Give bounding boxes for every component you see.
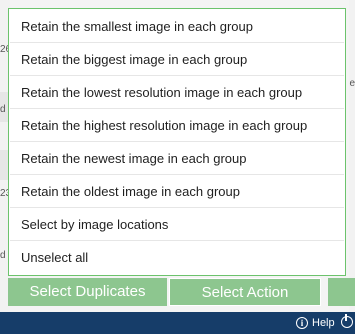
select-action-button[interactable]: Select Action bbox=[169, 278, 321, 306]
menu-item-select-by-locations[interactable]: Select by image locations bbox=[10, 209, 344, 241]
background-text-fragment: e bbox=[349, 78, 355, 89]
help-link[interactable]: i Help bbox=[296, 316, 335, 330]
menu-item-retain-highest-resolution[interactable]: Retain the highest resolution image in e… bbox=[10, 110, 344, 142]
background-list-right bbox=[349, 0, 355, 312]
extra-action-button[interactable] bbox=[328, 278, 355, 306]
power-icon[interactable] bbox=[341, 314, 353, 328]
menu-item-retain-lowest-resolution[interactable]: Retain the lowest resolution image in ea… bbox=[10, 77, 344, 109]
app-window: 26 d 23 d e Retain the smallest image in… bbox=[0, 0, 355, 334]
help-label: Help bbox=[312, 317, 335, 329]
status-bar: i Help bbox=[0, 312, 355, 334]
menu-item-unselect-all[interactable]: Unselect all bbox=[10, 242, 344, 274]
menu-item-retain-newest[interactable]: Retain the newest image in each group bbox=[10, 143, 344, 175]
menu-item-retain-smallest[interactable]: Retain the smallest image in each group bbox=[10, 11, 344, 43]
background-text-fragment: d bbox=[0, 250, 6, 261]
select-duplicates-button[interactable]: Select Duplicates bbox=[8, 278, 167, 306]
menu-item-retain-oldest[interactable]: Retain the oldest image in each group bbox=[10, 176, 344, 208]
menu-item-retain-biggest[interactable]: Retain the biggest image in each group bbox=[10, 44, 344, 76]
background-text-fragment: d bbox=[0, 104, 6, 115]
info-icon: i bbox=[296, 317, 308, 329]
select-action-menu: Retain the smallest image in each group … bbox=[8, 8, 346, 276]
